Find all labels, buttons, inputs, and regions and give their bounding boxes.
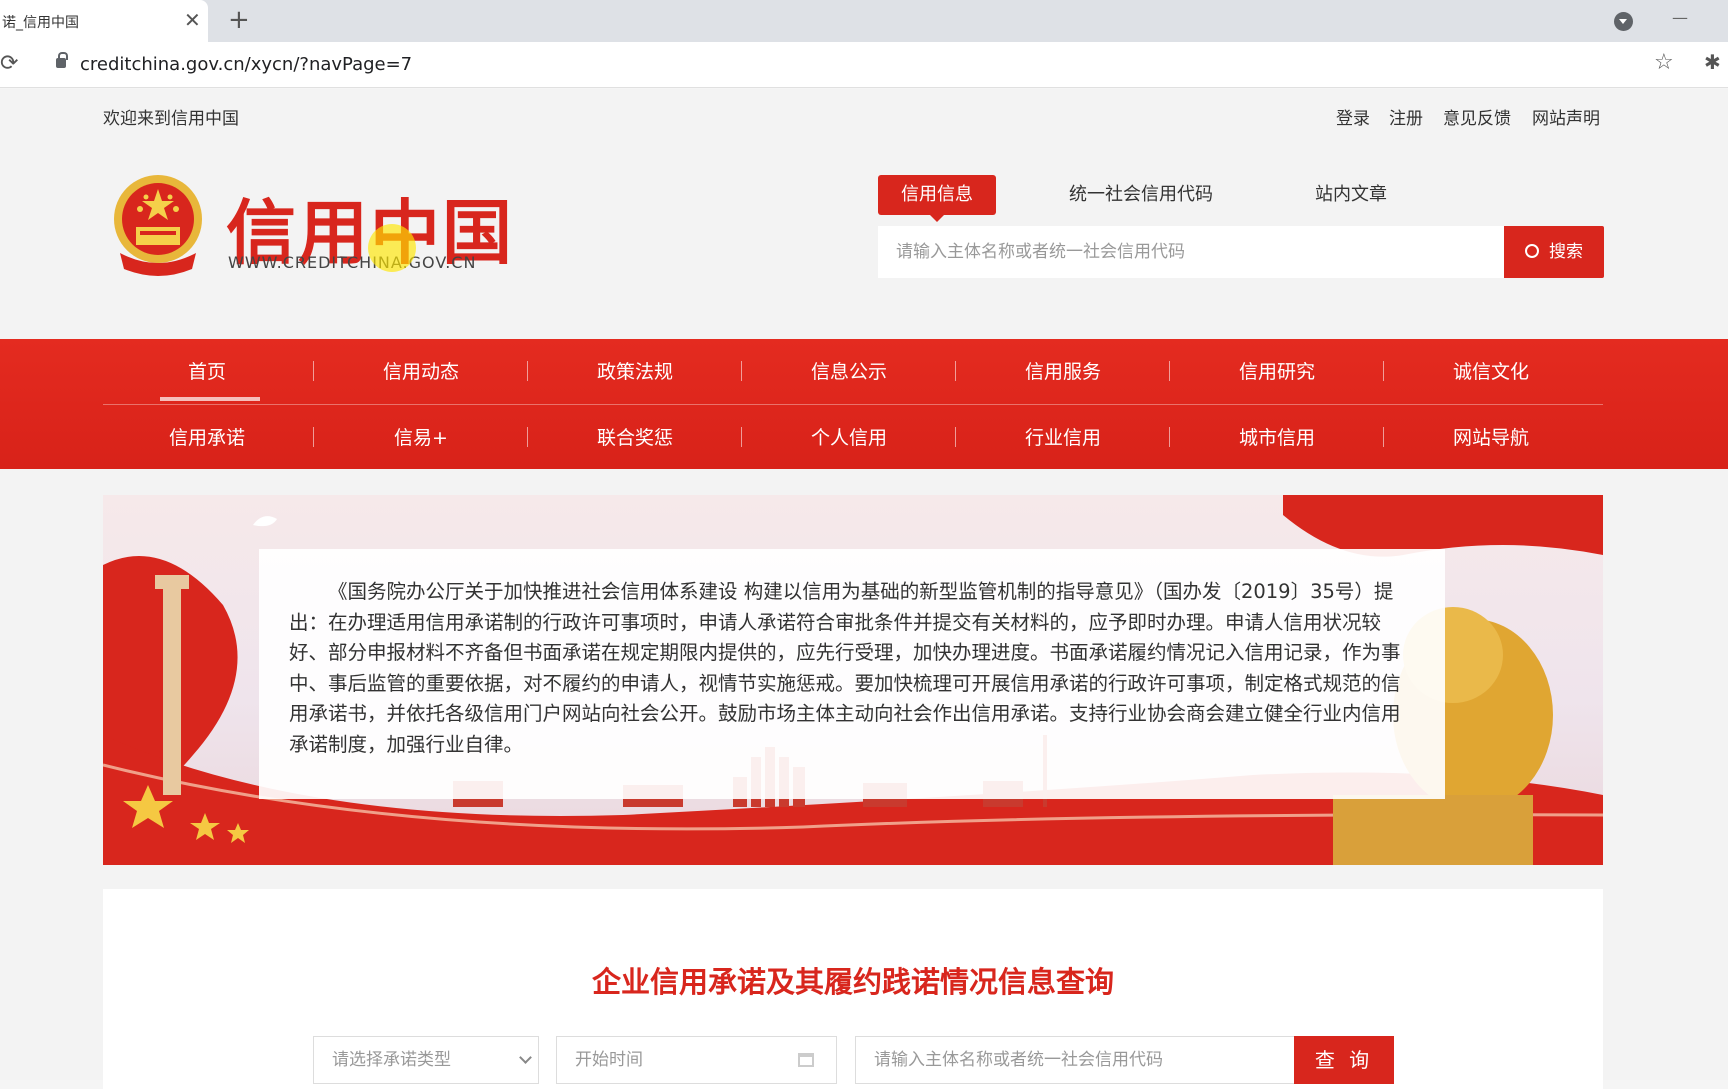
nav-separator bbox=[1383, 361, 1384, 381]
search-button-label: 搜索 bbox=[1549, 242, 1583, 262]
reload-icon[interactable]: ⟳ bbox=[0, 51, 18, 76]
nav-separator bbox=[1383, 427, 1384, 447]
nav-personal-credit[interactable]: 个人信用 bbox=[742, 423, 956, 450]
nav-separator bbox=[527, 361, 528, 381]
national-emblem-icon bbox=[114, 175, 202, 276]
query-title: 企业信用承诺及其履约践诺情况信息查询 bbox=[591, 965, 1114, 999]
profile-menu-icon[interactable] bbox=[1614, 12, 1633, 31]
nav-separator bbox=[527, 427, 528, 447]
chevron-down-icon bbox=[519, 1051, 532, 1064]
nav-site-map[interactable]: 网站导航 bbox=[1384, 423, 1598, 450]
lock-icon[interactable] bbox=[56, 52, 68, 68]
nav-separator bbox=[955, 427, 956, 447]
page-content: 欢迎来到信用中国 登录 注册 意见反馈 网站声明 信用中国 WWW.CREDIT… bbox=[0, 89, 1728, 1089]
entity-name-input[interactable]: 请输入主体名称或者统一社会信用代码 bbox=[855, 1036, 1295, 1084]
commitment-type-placeholder: 请选择承诺类型 bbox=[332, 1050, 451, 1070]
banner-description: 《国务院办公厅关于加快推进社会信用体系建设 构建以信用为基础的新型监管机制的指导… bbox=[259, 549, 1445, 799]
extensions-icon[interactable]: ✱ bbox=[1704, 50, 1721, 74]
feedback-link[interactable]: 意见反馈 bbox=[1443, 104, 1511, 129]
search-tab-articles[interactable]: 站内文章 bbox=[1315, 175, 1387, 215]
close-tab-icon[interactable]: ✕ bbox=[184, 8, 201, 32]
commitment-type-select[interactable]: 请选择承诺类型 bbox=[313, 1036, 539, 1084]
query-card: 企业信用承诺及其履约践诺情况信息查询 请选择承诺类型 开始时间 请输入主体名称或… bbox=[103, 889, 1603, 1089]
start-time-placeholder: 开始时间 bbox=[575, 1050, 643, 1070]
browser-tab[interactable]: 诺_信用中国 ✕ bbox=[0, 0, 208, 42]
login-link[interactable]: 登录 bbox=[1336, 104, 1370, 129]
nav-separator bbox=[955, 361, 956, 381]
nav-separator bbox=[313, 361, 314, 381]
calendar-icon bbox=[798, 1053, 814, 1067]
nav-public-info[interactable]: 信息公示 bbox=[742, 357, 956, 384]
start-time-input[interactable]: 开始时间 bbox=[556, 1036, 837, 1084]
bookmark-star-icon[interactable]: ☆ bbox=[1654, 50, 1674, 75]
search-icon bbox=[1525, 244, 1539, 258]
nav-separator bbox=[1169, 361, 1170, 381]
commitment-banner: 《国务院办公厅关于加快推进社会信用体系建设 构建以信用为基础的新型监管机制的指导… bbox=[103, 495, 1603, 865]
search-button[interactable]: 搜索 bbox=[1504, 226, 1604, 278]
nav-credit-research[interactable]: 信用研究 bbox=[1170, 357, 1384, 384]
mouse-cursor-highlight bbox=[368, 224, 416, 272]
welcome-text: 欢迎来到信用中国 bbox=[103, 109, 239, 129]
address-bar: ⟳ creditchina.gov.cn/xycn/?navPage=7 ☆ ✱ bbox=[0, 42, 1728, 88]
search-tab-credit-code[interactable]: 统一社会信用代码 bbox=[1069, 175, 1213, 215]
new-tab-button[interactable]: + bbox=[228, 5, 250, 35]
nav-xinyi-plus[interactable]: 信易+ bbox=[314, 423, 528, 450]
nav-separator bbox=[313, 427, 314, 447]
nav-credit-news[interactable]: 信用动态 bbox=[314, 357, 528, 384]
nav-integrity-culture[interactable]: 诚信文化 bbox=[1384, 357, 1598, 384]
nav-city-credit[interactable]: 城市信用 bbox=[1170, 423, 1384, 450]
register-link[interactable]: 注册 bbox=[1389, 104, 1423, 129]
nav-active-indicator bbox=[160, 397, 260, 401]
url-field[interactable]: creditchina.gov.cn/xycn/?navPage=7 bbox=[80, 54, 412, 75]
nav-separator bbox=[741, 361, 742, 381]
nav-credit-service[interactable]: 信用服务 bbox=[956, 357, 1170, 384]
nav-separator bbox=[741, 427, 742, 447]
main-navigation: 首页 信用动态 政策法规 信息公示 信用服务 信用研究 诚信文化 信用承诺 信易… bbox=[0, 339, 1728, 469]
search-input[interactable]: 请输入主体名称或者统一社会信用代码 bbox=[878, 226, 1504, 278]
nav-industry-credit[interactable]: 行业信用 bbox=[956, 423, 1170, 450]
nav-joint-rewards[interactable]: 联合奖惩 bbox=[528, 423, 742, 450]
tab-title: 诺_信用中国 bbox=[2, 15, 79, 31]
search-tab-credit-info[interactable]: 信用信息 bbox=[878, 175, 996, 222]
nav-home[interactable]: 首页 bbox=[100, 357, 314, 384]
query-button[interactable]: 查 询 bbox=[1294, 1036, 1394, 1084]
nav-separator bbox=[1169, 427, 1170, 447]
site-logo-url: WWW.CREDITCHINA.GOV.CN bbox=[228, 253, 477, 272]
site-statement-link[interactable]: 网站声明 bbox=[1532, 104, 1600, 129]
minimize-button[interactable]: — bbox=[1672, 8, 1688, 27]
browser-tabstrip: 诺_信用中国 ✕ + — bbox=[0, 0, 1728, 42]
top-bar: 欢迎来到信用中国 登录 注册 意见反馈 网站声明 bbox=[0, 89, 1728, 139]
nav-credit-commitment[interactable]: 信用承诺 bbox=[100, 423, 314, 450]
nav-policy[interactable]: 政策法规 bbox=[528, 357, 742, 384]
nav-divider bbox=[103, 404, 1603, 405]
